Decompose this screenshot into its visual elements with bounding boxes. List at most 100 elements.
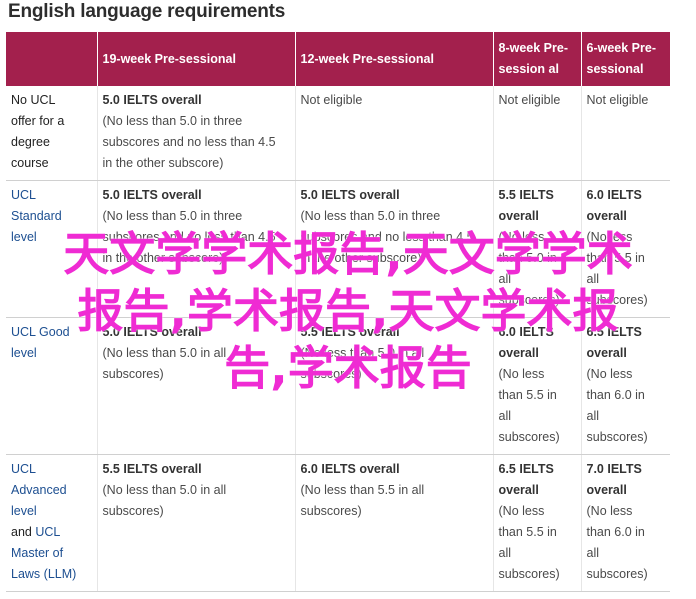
subscore-detail: than 5.5 in bbox=[498, 525, 557, 539]
subscore-detail: in the other subscore) bbox=[102, 156, 224, 170]
row-header-line: UCL bbox=[11, 185, 92, 206]
requirement-cell: 6.0 IELTS overall (No less than 5.5 in all su… bbox=[581, 180, 670, 318]
row-header-text: offer for a bbox=[11, 114, 65, 128]
subscore-detail: subscores) bbox=[300, 504, 362, 518]
subscore-detail: subscores) bbox=[586, 567, 648, 581]
level-link[interactable]: UCL bbox=[11, 188, 36, 202]
ielts-overall: 6.0 IELTS overall bbox=[300, 462, 400, 476]
level-link[interactable]: Advanced bbox=[11, 483, 67, 497]
row-header-text: course bbox=[11, 156, 49, 170]
row-header-line: No UCL bbox=[11, 90, 92, 111]
requirement-cell: 6.5 IELTS overall (No less than 6.0 in all su… bbox=[581, 317, 670, 455]
subscore-detail: (No less than 5.0 in three bbox=[102, 209, 243, 223]
requirement-cell: 5.5 IELTS overall (No less than 5.0 in all su… bbox=[493, 180, 582, 318]
requirement-cell: Not eligible bbox=[581, 86, 670, 181]
ielts-overall: 6.0 IELTS bbox=[498, 325, 554, 339]
table-row: No UCL offer for a degree course 5.0 IELTS o… bbox=[6, 86, 670, 181]
column-header-label: sessional bbox=[586, 62, 644, 76]
ielts-overall: overall bbox=[586, 209, 627, 223]
table-row: UCL Good level 5.0 IELTS overall (No less t… bbox=[6, 317, 670, 455]
requirement-cell: 5.0 IELTS overall (No less than 5.0 in al… bbox=[97, 317, 296, 455]
subscore-detail: subscores) bbox=[586, 293, 648, 307]
not-eligible-text: Not eligible bbox=[300, 93, 363, 107]
subscore-detail: than 6.0 in bbox=[586, 388, 645, 402]
level-link[interactable]: UCL Good bbox=[11, 325, 70, 339]
subscore-detail: all bbox=[498, 409, 512, 423]
subscore-detail: subscores) bbox=[498, 293, 560, 307]
subscore-detail: subscores) bbox=[586, 430, 648, 444]
level-link[interactable]: UCL bbox=[11, 462, 36, 476]
subscore-detail: subscores) bbox=[498, 430, 560, 444]
subscore-detail: (No less bbox=[586, 504, 633, 518]
row-header-line: Standard bbox=[11, 206, 92, 227]
row-header-line: Advanced bbox=[11, 480, 92, 501]
requirements-table: 19-week Pre-sessional 12-week Pre-session… bbox=[6, 32, 670, 592]
subscore-detail: (No less bbox=[498, 230, 545, 244]
level-link[interactable]: Master of bbox=[11, 546, 63, 560]
table-row: UCL Advanced level and UCL Master of Laws (LL… bbox=[6, 454, 670, 592]
subscore-detail: all bbox=[498, 546, 512, 560]
subscore-detail: subscores and no less than 4.5 bbox=[102, 230, 276, 244]
ielts-overall: 5.0 IELTS overall bbox=[102, 93, 202, 107]
requirement-cell: 6.0 IELTS overall (No less than 5.5 in all su… bbox=[493, 317, 582, 455]
ielts-overall: 6.5 IELTS bbox=[586, 325, 642, 339]
row-header-line: level bbox=[11, 227, 92, 248]
page-title: English language requirements bbox=[8, 1, 286, 22]
ielts-overall: 5.5 IELTS overall bbox=[300, 325, 400, 339]
ielts-overall: 5.5 IELTS bbox=[498, 188, 554, 202]
level-link[interactable]: level bbox=[11, 230, 37, 244]
level-link[interactable]: UCL bbox=[35, 525, 60, 539]
row-header-line: level bbox=[11, 501, 92, 522]
row-header: UCL Good level bbox=[6, 317, 98, 455]
requirement-cell: 7.0 IELTS overall (No less than 6.0 in all su… bbox=[581, 454, 670, 592]
subscore-detail: (No less than 5.0 in all bbox=[102, 346, 227, 360]
row-header-text: No UCL bbox=[11, 93, 56, 107]
column-header-label: 8-week Pre- bbox=[498, 41, 568, 55]
ielts-overall: 6.0 IELTS bbox=[586, 188, 642, 202]
row-header: UCL Standard level bbox=[6, 180, 98, 318]
ielts-overall: overall bbox=[498, 483, 539, 497]
requirement-cell: 5.0 IELTS overall (No less than 5.0 in th… bbox=[295, 180, 494, 318]
level-link[interactable]: level bbox=[11, 504, 37, 518]
ielts-overall: 5.5 IELTS overall bbox=[102, 462, 202, 476]
level-link[interactable]: level bbox=[11, 346, 37, 360]
table-header-row: 19-week Pre-sessional 12-week Pre-session… bbox=[6, 32, 670, 86]
subscore-detail: (No less than 5.0 in three bbox=[102, 114, 243, 128]
row-header-line: offer for a bbox=[11, 111, 92, 132]
subscore-detail: (No less bbox=[586, 230, 633, 244]
subscore-detail: subscores and no less than 4.5 bbox=[300, 230, 474, 244]
subscore-detail: (No less bbox=[586, 367, 633, 381]
column-header-label: 6-week Pre- bbox=[586, 41, 656, 55]
ielts-overall: overall bbox=[586, 483, 627, 497]
subscore-detail: subscores and no less than 4.5 bbox=[102, 135, 276, 149]
row-header-text: and bbox=[11, 525, 36, 539]
column-header-label: 12-week Pre-sessional bbox=[300, 51, 434, 66]
subscore-detail: (No less than 5.0 in three bbox=[300, 209, 441, 223]
subscore-detail: in the other subscore) bbox=[102, 251, 224, 265]
requirement-cell: Not eligible bbox=[295, 86, 494, 181]
column-header: 6-week Pre-sessional bbox=[581, 32, 670, 86]
ielts-overall: overall bbox=[498, 209, 539, 223]
requirement-cell: 6.5 IELTS overall (No less than 5.5 in all su… bbox=[493, 454, 582, 592]
subscore-detail: all bbox=[586, 546, 600, 560]
ielts-overall: 5.0 IELTS overall bbox=[300, 188, 400, 202]
subscore-detail: subscores) bbox=[498, 567, 560, 581]
subscore-detail: subscores) bbox=[102, 504, 164, 518]
column-header: 8-week Pre-session al bbox=[493, 32, 582, 86]
requirement-cell: 5.5 IELTS overall (No less than 5.0 in al… bbox=[97, 454, 296, 592]
level-link[interactable]: Standard bbox=[11, 209, 62, 223]
requirement-cell: 6.0 IELTS overall (No less than 5.5 in al… bbox=[295, 454, 494, 592]
subscore-detail: (No less than 5.0 in all bbox=[300, 346, 425, 360]
ielts-overall: 6.5 IELTS bbox=[498, 462, 554, 476]
row-header-text: degree bbox=[11, 135, 50, 149]
row-header: No UCL offer for a degree course bbox=[6, 86, 98, 181]
row-header-line: Laws (LLM) bbox=[11, 564, 92, 585]
level-link[interactable]: Laws (LLM) bbox=[11, 567, 76, 581]
requirement-cell: Not eligible bbox=[493, 86, 582, 181]
ielts-overall: 7.0 IELTS bbox=[586, 462, 642, 476]
subscore-detail: (No less than 5.5 in all bbox=[300, 483, 425, 497]
column-header bbox=[6, 32, 98, 86]
table-body: No UCL offer for a degree course 5.0 IELTS o… bbox=[6, 86, 670, 592]
row-header-line: UCL Good bbox=[11, 322, 92, 343]
subscore-detail: all bbox=[586, 409, 600, 423]
